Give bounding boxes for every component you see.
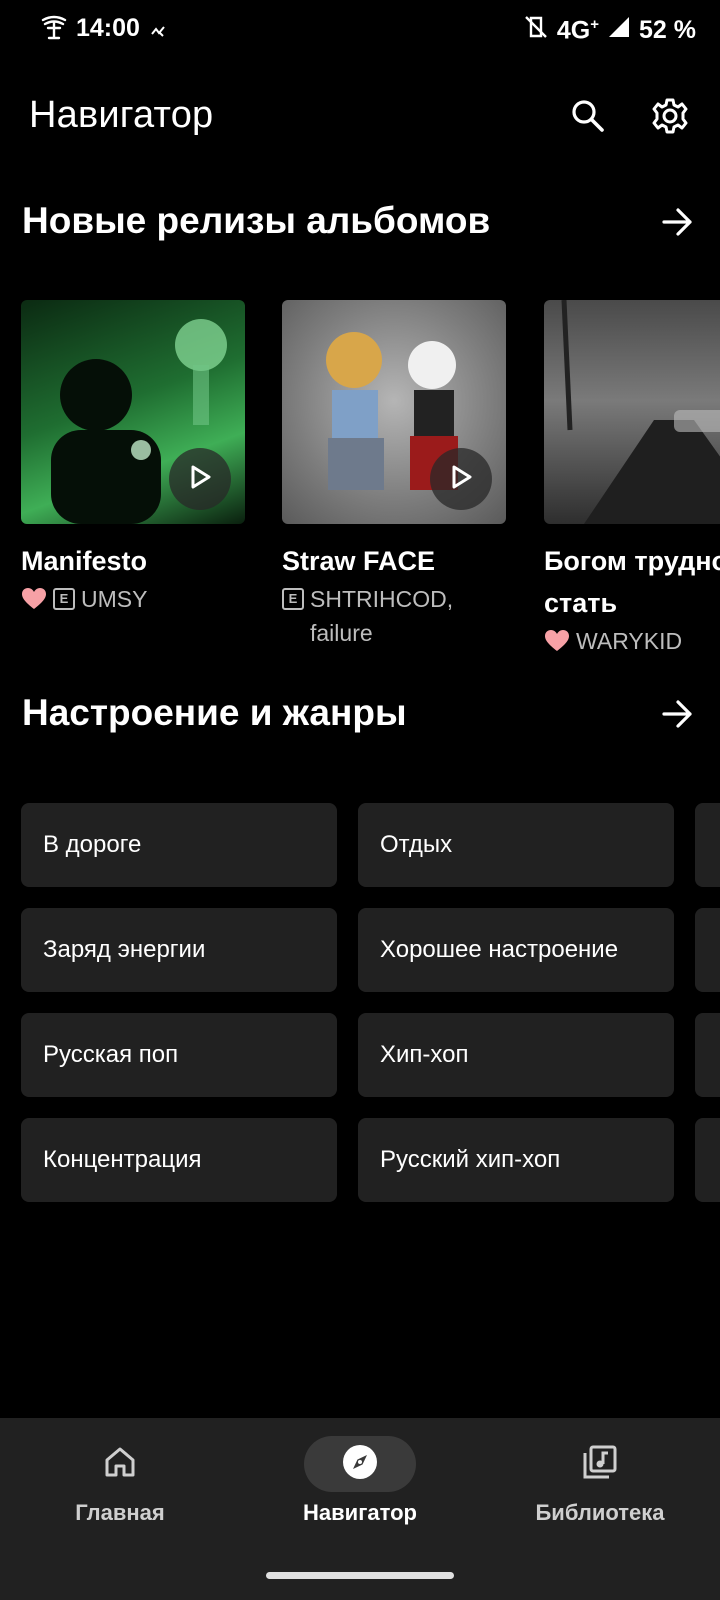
album-artist[interactable]: SHTRIHCOD, failure	[310, 582, 490, 650]
nav-label: Главная	[75, 1500, 165, 1525]
mood-chip[interactable]: Русская поп	[21, 1013, 337, 1097]
play-icon	[449, 464, 473, 495]
nav-library[interactable]: Библиотека	[480, 1436, 720, 1526]
album-title[interactable]: Богом трудно стать	[544, 540, 720, 624]
mood-chip-partial[interactable]	[695, 908, 720, 992]
new-releases-title: Новые релизы альбомов	[22, 200, 491, 241]
search-icon	[570, 98, 606, 139]
mood-chip[interactable]: В дороге	[21, 803, 337, 887]
search-button[interactable]	[560, 90, 616, 146]
mood-chip[interactable]: Хорошее настроение	[358, 908, 674, 992]
mood-chip[interactable]: Отдых	[358, 803, 674, 887]
nav-label: Библиотека	[535, 1500, 665, 1525]
album-cover[interactable]	[282, 300, 506, 524]
status-bar: 14:00 4G+ 52 %	[0, 0, 720, 56]
album-meta: WARYKID	[544, 624, 720, 660]
new-releases-more-button[interactable]	[650, 196, 706, 252]
play-icon	[188, 464, 212, 495]
mood-chip[interactable]: Хип-хоп	[358, 1013, 674, 1097]
play-button[interactable]	[169, 448, 231, 510]
arrow-right-icon	[662, 207, 694, 242]
mood-chip-partial[interactable]	[695, 1118, 720, 1202]
nav-label: Навигатор	[303, 1500, 417, 1525]
vpn-icon	[40, 14, 68, 47]
nav-icon-container	[64, 1436, 176, 1492]
moods-more-button[interactable]	[650, 688, 706, 744]
nav-icon-container	[544, 1436, 656, 1492]
album-artist[interactable]: UMSY	[81, 582, 147, 616]
nav-icon-container	[304, 1436, 416, 1492]
mood-chip[interactable]: Заряд энергии	[21, 908, 337, 992]
page-title: Навигатор	[29, 94, 214, 136]
explicit-icon: E	[53, 588, 75, 610]
album-artist[interactable]: WARYKID	[576, 624, 682, 658]
arrow-right-icon	[662, 699, 694, 734]
album-card[interactable]: Богом трудно стать WARYKID	[544, 300, 720, 660]
mood-grid: В дороге Отдых Заряд энергии Хорошее нас…	[0, 803, 720, 1203]
album-title[interactable]: Manifesto	[21, 540, 245, 582]
heart-icon	[544, 624, 570, 660]
album-meta: E UMSY	[21, 582, 245, 620]
battery-level: 52 %	[639, 16, 696, 44]
network-type: 4G+	[556, 15, 600, 45]
status-right: 4G+ 52 %	[523, 14, 696, 47]
status-time: 14:00	[76, 14, 140, 42]
home-indicator[interactable]	[266, 1572, 454, 1579]
mood-chip[interactable]: Концентрация	[21, 1118, 337, 1202]
album-meta: E SHTRIHCOD, failure	[282, 582, 506, 650]
moods-title: Настроение и жанры	[22, 692, 407, 733]
album-card[interactable]: Manifesto E UMSY	[21, 300, 245, 620]
home-icon	[103, 1445, 137, 1484]
library-icon	[582, 1444, 618, 1485]
settings-icon	[651, 97, 689, 140]
album-cover[interactable]	[21, 300, 245, 524]
play-button[interactable]	[430, 448, 492, 510]
compass-icon	[342, 1444, 378, 1485]
explicit-icon: E	[282, 588, 304, 610]
signal-icon	[607, 15, 631, 46]
album-title[interactable]: Straw FACE	[282, 540, 506, 582]
mood-chip[interactable]: Русский хип-хоп	[358, 1118, 674, 1202]
album-cover[interactable]	[544, 300, 720, 524]
settings-button[interactable]	[642, 90, 698, 146]
heart-icon	[21, 582, 47, 620]
mute-icon	[523, 14, 549, 47]
album-card[interactable]: Straw FACE E SHTRIHCOD, failure	[282, 300, 506, 650]
mood-chip-partial[interactable]	[695, 1013, 720, 1097]
nav-explore[interactable]: Навигатор	[240, 1436, 480, 1526]
mood-chip-partial[interactable]	[695, 803, 720, 887]
notification-icon	[150, 18, 166, 47]
album-carousel[interactable]: Manifesto E UMSY Straw FACE E SHTRIHCOD,…	[0, 300, 720, 660]
nav-home[interactable]: Главная	[0, 1436, 240, 1526]
